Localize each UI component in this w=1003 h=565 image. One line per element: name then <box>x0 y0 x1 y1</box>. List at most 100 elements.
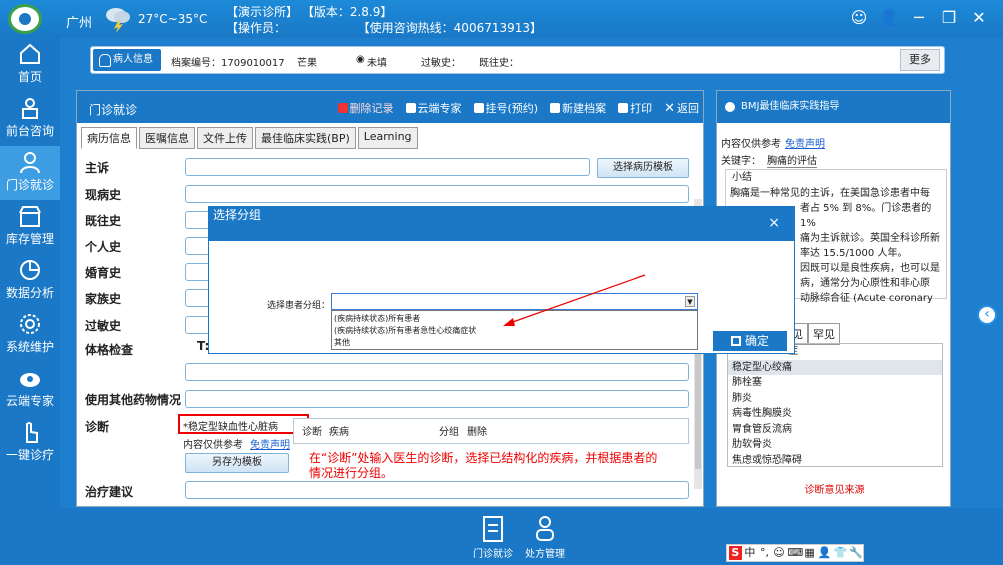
new-file-button[interactable]: 新建档案 <box>550 100 606 116</box>
grid-icon[interactable]: ▦ <box>803 546 816 560</box>
chief-complaint-input[interactable] <box>185 158 590 176</box>
list-item[interactable]: 焦虑或惊恐障碍 <box>728 453 942 469</box>
pill-icon <box>536 516 554 541</box>
keyboard-icon[interactable]: ⌨ <box>787 546 803 560</box>
more-button[interactable]: 更多 <box>900 49 940 71</box>
diagnosis-input[interactable]: *稳定型缺血性心脏病 <box>178 414 309 434</box>
user-icon[interactable]: 👤 <box>818 546 832 560</box>
dialog-header: 选择分组 × <box>209 207 794 241</box>
list-item[interactable]: 病毒性胸膜炎 <box>728 406 942 422</box>
column-header: 分组 <box>439 427 459 438</box>
record-tabs: 病历信息 医嘱信息 文件上传 最佳临床实践(BP) Learning <box>81 127 418 149</box>
diagnosis-table: 诊断 疾病 分组 删除 <box>293 418 689 444</box>
delete-record-button[interactable]: 删除记录 <box>337 100 394 116</box>
delete-record-label: 删除记录 <box>349 102 394 115</box>
save-icon <box>730 336 741 346</box>
bottom-nav-outpatient[interactable]: 门诊就诊 <box>468 513 518 560</box>
tab-best-practice[interactable]: 最佳临床实践(BP) <box>255 127 356 149</box>
sidebar: 首页 前台咨询 门诊就诊 库存管理 数据分析 系统维护 云端专家 一键诊疗 <box>0 38 60 565</box>
close-icon[interactable]: ✕ <box>969 8 989 28</box>
group-option[interactable]: 其他 <box>334 337 695 349</box>
register-label: 挂号(预约) <box>485 102 539 115</box>
present-history-input[interactable] <box>185 185 689 203</box>
register-button[interactable]: 挂号(预约) <box>473 100 539 116</box>
select-template-button[interactable]: 选择病历模板 <box>597 158 689 178</box>
sidebar-item-reception[interactable]: 前台咨询 <box>0 92 60 146</box>
chat-icon[interactable]: ☺ <box>849 8 869 28</box>
summary-line: 胸痛是一种常见的主诉，在美国急诊患者中每 <box>730 188 930 199</box>
minimize-icon[interactable]: ─ <box>909 8 929 28</box>
sidebar-item-label: 库存管理 <box>5 232 54 246</box>
print-button[interactable]: 打印 <box>618 100 652 116</box>
confirm-label: 确定 <box>744 334 769 348</box>
history-label: 既往史： <box>479 58 519 69</box>
sidebar-item-maintenance[interactable]: 系统维护 <box>0 308 60 362</box>
save-as-template-button[interactable]: 另存为模板 <box>185 453 289 473</box>
tab-file-upload[interactable]: 文件上传 <box>197 127 253 149</box>
clinic-logo <box>8 4 42 34</box>
back-button[interactable]: ✕ 返回 <box>664 100 699 116</box>
punctuation-icon[interactable]: °, <box>758 546 771 560</box>
record-number: 档案编号：1709010017 <box>171 58 285 69</box>
cloud-expert-button[interactable]: 云端专家 <box>405 100 462 116</box>
sidebar-item-outpatient[interactable]: 门诊就诊 <box>0 146 60 200</box>
tab-medical-record[interactable]: 病历信息 <box>81 127 137 149</box>
differential-list: 症 稳定型心绞痛 肺栓塞 肺炎 病毒性胸膜炎 胃食管反流病 肋软骨炎 焦虑或惊恐… <box>727 343 943 467</box>
diagnosis-source-link[interactable]: 诊断意见来源 <box>717 481 952 496</box>
treatment-input[interactable] <box>185 481 689 499</box>
keyword-value: 胸痛的评估 <box>767 152 817 168</box>
sidebar-item-analytics[interactable]: 数据分析 <box>0 254 60 308</box>
tab-rare[interactable]: 罕见 <box>808 323 840 345</box>
sidebar-item-label: 门诊就诊 <box>5 178 54 192</box>
wrench-icon[interactable]: 🔧 <box>849 546 863 560</box>
restore-icon[interactable]: ❐ <box>939 8 959 28</box>
sidebar-item-one-click[interactable]: 一键诊疗 <box>0 416 60 470</box>
past-history-label: 既往史 <box>85 214 122 228</box>
column-header: 诊断 <box>302 427 322 438</box>
physical-exam-input[interactable] <box>185 363 689 381</box>
list-item[interactable]: 胃食管反流病 <box>728 422 942 438</box>
disclaimer-link[interactable]: 免责声明 <box>250 436 290 451</box>
sidebar-item-cloud-expert[interactable]: 云端专家 <box>0 362 60 416</box>
patient-info-tab[interactable]: 病人信息 <box>93 49 161 71</box>
chevron-down-icon[interactable]: ▼ <box>685 296 695 307</box>
disclaimer-link[interactable]: 免责声明 <box>785 135 825 150</box>
user-icon[interactable]: 👤 <box>879 8 899 28</box>
group-option[interactable]: (疾病持续状态)所有患者 <box>334 313 695 325</box>
hotline-label: 【使用咨询热线：4006713913】 <box>357 21 543 35</box>
expand-right-icon[interactable]: ‹ <box>977 305 997 325</box>
list-item[interactable]: 肺栓塞 <box>728 375 942 391</box>
list-item[interactable]: 肋软骨炎 <box>728 437 942 453</box>
printer-icon <box>618 103 629 113</box>
marital-history-label: 婚育史 <box>85 266 122 280</box>
tab-learning[interactable]: Learning <box>357 127 418 149</box>
close-icon[interactable]: × <box>768 215 780 231</box>
treatment-label: 治疗建议 <box>85 485 134 499</box>
sogou-icon[interactable]: S <box>729 546 742 560</box>
sidebar-item-inventory[interactable]: 库存管理 <box>0 200 60 254</box>
group-option[interactable]: (疾病持续状态)所有患者急性心绞痛症状 <box>334 325 695 337</box>
other-medicine-input[interactable] <box>185 390 689 408</box>
chinese-mode-icon[interactable]: 中 <box>744 546 757 560</box>
thunderstorm-weather-icon <box>106 8 130 33</box>
column-header: 删除 <box>467 427 487 438</box>
list-item[interactable]: 肺炎 <box>728 391 942 407</box>
list-item[interactable]: 稳定型心绞痛 <box>728 359 942 375</box>
sidebar-item-home[interactable]: 首页 <box>0 38 60 92</box>
skin-icon[interactable]: 👕 <box>834 546 848 560</box>
ime-tray: S 中 °, ☺ ⌨ ▦ 👤 👕 🔧 <box>726 544 864 562</box>
confirm-button[interactable]: 确定 <box>713 331 787 351</box>
back-label: 返回 <box>677 102 699 115</box>
system-info: 【演示诊所】 【版本：2.8.9】 【操作员： 【使用咨询热线：40067139… <box>226 4 542 36</box>
column-header: 疾病 <box>329 427 349 438</box>
hand-pointer-icon <box>26 422 38 443</box>
bottom-nav-prescription[interactable]: 处方管理 <box>520 513 570 560</box>
group-select[interactable]: ▼ <box>331 293 698 310</box>
emoji-icon[interactable]: ☺ <box>773 546 786 560</box>
status-dot-icon: ◉ <box>356 54 365 65</box>
sidebar-item-label: 首页 <box>17 70 42 84</box>
clinic-name: 【演示诊所】 <box>226 5 299 19</box>
clock-icon <box>473 103 484 113</box>
tab-orders[interactable]: 医嘱信息 <box>139 127 195 149</box>
print-label: 打印 <box>630 102 653 115</box>
